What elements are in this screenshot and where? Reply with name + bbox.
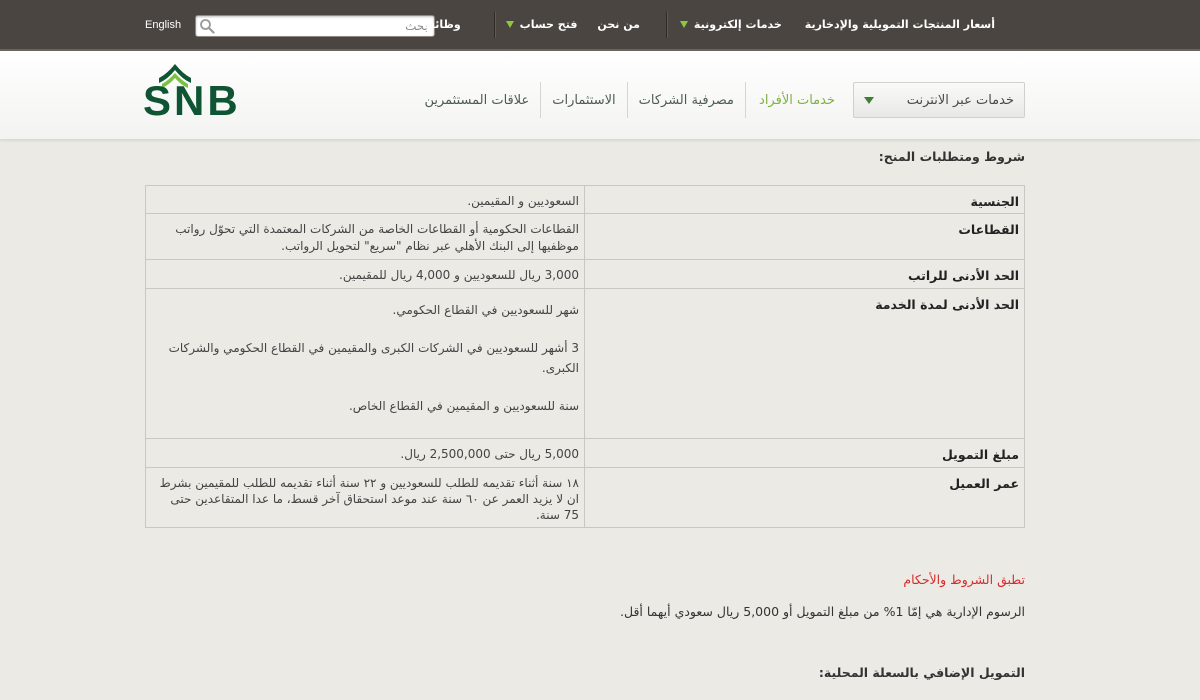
main-content: شروط ومتطلبات المنح: الجنسية السعوديين و… bbox=[145, 140, 1025, 681]
table-row-value-text: 5,000 ريال حتى 2,500,000 ريال. bbox=[400, 447, 579, 461]
online-services-label: خدمات عبر الانترنت bbox=[906, 92, 1014, 108]
table-row-value: القطاعات الحكومية أو القطاعات الخاصة من … bbox=[146, 214, 584, 259]
table-row-value-text: القطاعات الحكومية أو القطاعات الخاصة من … bbox=[175, 222, 579, 253]
table-row: الحد الأدنى للراتب 3,000 ريال للسعوديين … bbox=[146, 260, 1024, 289]
table-row-value-text: سنة للسعوديين و المقيمين في القطاع الخاص… bbox=[348, 399, 579, 413]
table-row: عمر العميل ١٨ سنة أثناء تقديمه للطلب للس… bbox=[146, 468, 1024, 527]
table-row-label: القطاعات bbox=[584, 214, 1024, 259]
search-icon[interactable] bbox=[199, 18, 215, 34]
language-link-english[interactable]: English bbox=[145, 19, 181, 31]
top-link-jobs[interactable]: وظائف bbox=[422, 18, 461, 31]
chevron-down-icon bbox=[864, 96, 874, 104]
top-bar: English أسعار المنتجات التمويلية والإدخا… bbox=[0, 0, 1200, 51]
nav-item-personal[interactable]: خدمات الأفراد bbox=[745, 82, 835, 118]
top-link-open-account-label: فتح حساب bbox=[519, 18, 578, 31]
table-row-value: السعوديين و المقيمين. bbox=[146, 186, 584, 213]
table-row-value: شهر للسعوديين في القطاع الحكومي. 3 أشهر … bbox=[146, 289, 584, 438]
admin-fees-text: الرسوم الإدارية هي إمّا 1% من مبلغ التمو… bbox=[620, 604, 1025, 619]
top-link-e-services-label: خدمات إلكترونية bbox=[693, 18, 782, 31]
main-nav: خدمات الأفراد مصرفية الشركات الاستثمارات… bbox=[424, 82, 835, 118]
table-row-value: 5,000 ريال حتى 2,500,000 ريال. bbox=[146, 439, 584, 467]
table-row: الحد الأدنى لمدة الخدمة شهر للسعوديين في… bbox=[146, 289, 1024, 439]
top-bar-divider bbox=[493, 11, 495, 38]
search-box bbox=[195, 15, 435, 37]
online-services-dropdown[interactable]: خدمات عبر الانترنت bbox=[853, 82, 1025, 118]
table-row-value-text: السعوديين و المقيمين. bbox=[467, 194, 579, 208]
top-link-open-account[interactable]: فتح حساب bbox=[505, 18, 578, 31]
top-link-rates[interactable]: أسعار المنتجات التمويلية والإدخارية bbox=[805, 18, 995, 31]
section-heading: شروط ومتطلبات المنح: bbox=[878, 149, 1025, 164]
table-row-value-text: شهر للسعوديين في القطاع الحكومي. bbox=[392, 303, 580, 317]
table-row-value: ١٨ سنة أثناء تقديمه للطلب للسعوديين و ٢٢… bbox=[146, 468, 584, 527]
logo-text: SNB bbox=[143, 77, 241, 124]
table-row-label: الحد الأدنى للراتب bbox=[584, 260, 1024, 288]
terms-conditions-link[interactable]: تطبق الشروط والأحكام bbox=[145, 572, 1025, 588]
top-bar-divider bbox=[665, 11, 667, 38]
section-heading-additional-financing: التمويل الإضافي بالسعلة المحلية: bbox=[818, 665, 1025, 680]
table-row: مبلغ التمويل 5,000 ريال حتى 2,500,000 ري… bbox=[146, 439, 1024, 468]
nav-item-investor-relations[interactable]: علاقات المستثمرين bbox=[424, 82, 540, 118]
table-row: الجنسية السعوديين و المقيمين. bbox=[146, 186, 1024, 214]
top-link-e-services[interactable]: خدمات إلكترونية bbox=[679, 18, 782, 31]
snb-logo[interactable]: SNB bbox=[143, 64, 247, 122]
nav-item-corporate[interactable]: مصرفية الشركات bbox=[626, 82, 745, 118]
table-row-label: الحد الأدنى لمدة الخدمة bbox=[584, 289, 1024, 438]
requirements-table: الجنسية السعوديين و المقيمين. القطاعات ا… bbox=[145, 185, 1025, 528]
table-row: القطاعات القطاعات الحكومية أو القطاعات ا… bbox=[146, 214, 1024, 260]
table-row-value: 3,000 ريال للسعوديين و 4,000 ريال للمقيم… bbox=[146, 260, 584, 288]
table-row-label: مبلغ التمويل bbox=[584, 439, 1024, 467]
search-input[interactable] bbox=[218, 17, 428, 35]
nav-item-investments[interactable]: الاستثمارات bbox=[540, 82, 626, 118]
top-bar-links: أسعار المنتجات التمويلية والإدخارية خدما… bbox=[422, 0, 995, 49]
main-header: SNB خدمات عبر الانترنت خدمات الأفراد مصر… bbox=[0, 51, 1200, 140]
table-row-label: عمر العميل bbox=[584, 468, 1024, 527]
table-row-value-text: 3 أشهر للسعوديين في الشركات الكبرى والمق… bbox=[168, 341, 579, 375]
table-row-value-text: 3,000 ريال للسعوديين و 4,000 ريال للمقيم… bbox=[339, 268, 579, 282]
chevron-down-icon bbox=[679, 21, 688, 28]
top-link-about-us[interactable]: من نحن bbox=[597, 18, 640, 31]
table-row-value-text: ١٨ سنة أثناء تقديمه للطلب للسعوديين و ٢٢… bbox=[159, 476, 579, 522]
table-row-label: الجنسية bbox=[584, 186, 1024, 213]
chevron-down-icon bbox=[505, 21, 514, 28]
